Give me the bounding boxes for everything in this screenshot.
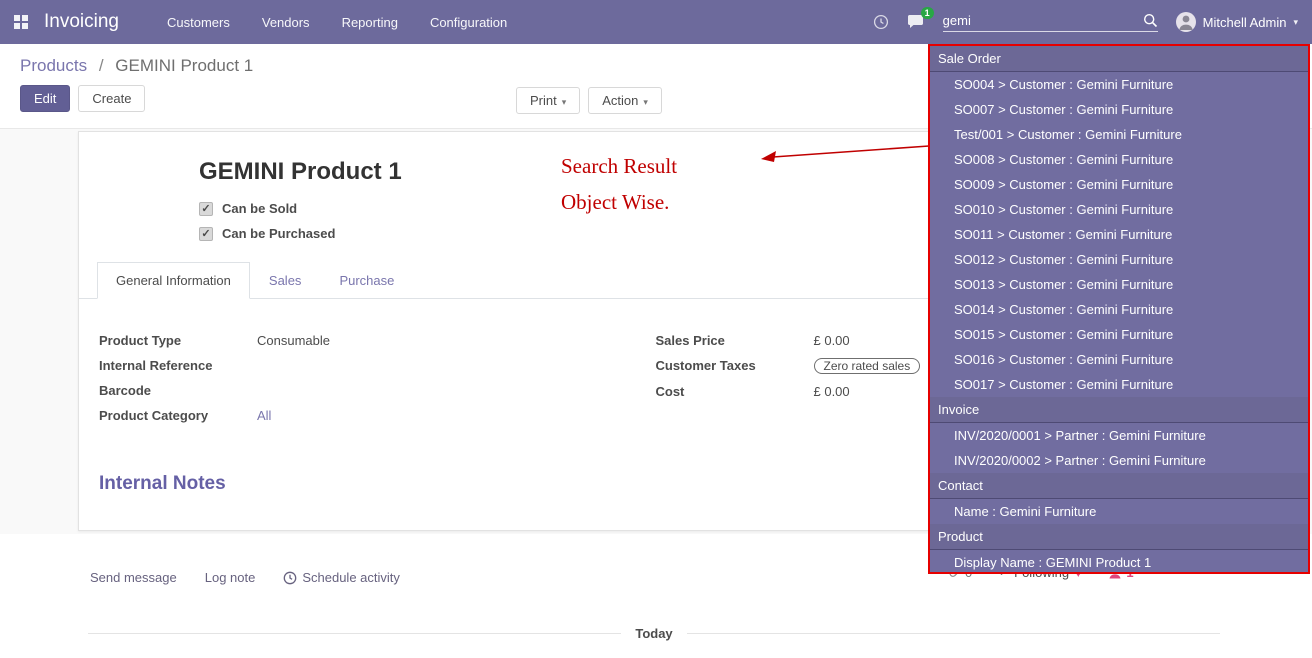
today-label: Today [635,626,672,641]
field-row: Barcode [99,383,656,398]
search-icon[interactable] [1143,13,1158,28]
field-label: Product Category [99,408,257,423]
breadcrumb-current: GEMINI Product 1 [115,56,253,75]
search-result-item[interactable]: SO010 > Customer : Gemini Furniture [930,197,1308,222]
action-buttons: Print ▾ Action ▾ [516,87,662,114]
message-count-badge: 1 [921,7,934,19]
field-value[interactable]: Zero rated sales [814,358,921,374]
search-result-item[interactable]: SO014 > Customer : Gemini Furniture [930,297,1308,322]
app-name[interactable]: Invoicing [44,11,119,33]
checkbox-icon[interactable]: ✓ [199,227,213,241]
checkbox-label: Can be Sold [222,201,297,216]
tab-general-information[interactable]: General Information [97,262,250,299]
search-result-item[interactable]: SO007 > Customer : Gemini Furniture [930,97,1308,122]
tab-sales[interactable]: Sales [250,262,321,299]
checkbox-label: Can be Purchased [222,226,335,241]
menu-reporting[interactable]: Reporting [342,15,398,30]
schedule-activity-label: Schedule activity [302,570,400,585]
search-results-dropdown: Sale OrderSO004 > Customer : Gemini Furn… [928,44,1310,574]
tab-purchase[interactable]: Purchase [320,262,413,299]
field-value: £ 0.00 [814,384,850,399]
annotation-line-2: Object Wise. [561,184,677,220]
annotation-arrow-icon [759,142,934,168]
chevron-down-icon: ▾ [1293,17,1298,28]
action-label: Action [602,93,638,108]
field-row: Product TypeConsumable [99,333,656,348]
search-group-header: Invoice [930,397,1308,423]
field-label: Product Type [99,333,257,348]
search-result-item[interactable]: SO012 > Customer : Gemini Furniture [930,247,1308,272]
field-value[interactable]: All [257,408,271,423]
field-value: £ 0.00 [814,333,850,348]
search-result-item[interactable]: INV/2020/0002 > Partner : Gemini Furnitu… [930,448,1308,473]
top-navbar: Invoicing Customers Vendors Reporting Confi… [0,0,1312,44]
search-result-item[interactable]: SO013 > Customer : Gemini Furniture [930,272,1308,297]
send-message-link[interactable]: Send message [90,570,177,585]
menu-customers[interactable]: Customers [167,15,230,30]
field-label: Customer Taxes [656,358,814,373]
search-result-item[interactable]: SO004 > Customer : Gemini Furniture [930,72,1308,97]
schedule-activity-link[interactable]: Schedule activity [283,570,400,585]
field-label: Internal Reference [99,358,257,373]
search-input[interactable] [943,13,1143,28]
left-field-group: Product TypeConsumableInternal Reference… [99,333,656,433]
activities-clock-icon[interactable] [873,14,889,30]
divider-line [88,633,621,634]
navbar-menus: Customers Vendors Reporting Configuration [167,15,507,30]
user-menu[interactable]: Mitchell Admin ▾ [1176,12,1298,32]
field-label: Cost [656,384,814,399]
annotation-text: Search Result Object Wise. [561,148,677,220]
search-result-item[interactable]: SO016 > Customer : Gemini Furniture [930,347,1308,372]
search-result-item[interactable]: INV/2020/0001 > Partner : Gemini Furnitu… [930,423,1308,448]
search-result-item[interactable]: Name : Gemini Furniture [930,499,1308,524]
search-result-item[interactable]: SO015 > Customer : Gemini Furniture [930,322,1308,347]
print-button[interactable]: Print ▾ [516,87,580,114]
print-label: Print [530,93,557,108]
search-result-item[interactable]: SO009 > Customer : Gemini Furniture [930,172,1308,197]
search-result-item[interactable]: SO008 > Customer : Gemini Furniture [930,147,1308,172]
user-name: Mitchell Admin [1203,15,1287,30]
menu-configuration[interactable]: Configuration [430,15,507,30]
chevron-down-icon: ▾ [562,97,567,107]
search-group-header: Product [930,524,1308,550]
field-row: Internal Reference [99,358,656,373]
messages-icon[interactable]: 1 [907,14,925,30]
edit-button[interactable]: Edit [20,85,70,112]
avatar [1176,12,1196,32]
page: Invoicing Customers Vendors Reporting Confi… [0,0,1312,658]
chevron-down-icon: ▾ [643,97,648,107]
search-result-item[interactable]: Display Name : GEMINI Product 1 [930,550,1308,574]
search-result-item[interactable]: SO011 > Customer : Gemini Furniture [930,222,1308,247]
field-value: Consumable [257,333,330,348]
breadcrumb-products-link[interactable]: Products [20,56,87,75]
today-divider: Today [88,626,1220,641]
create-button[interactable]: Create [78,85,145,112]
search-group-header: Contact [930,473,1308,499]
field-label: Sales Price [656,333,814,348]
field-label: Barcode [99,383,257,398]
menu-vendors[interactable]: Vendors [262,15,310,30]
checkbox-icon[interactable]: ✓ [199,202,213,216]
apps-grid-icon[interactable] [14,15,28,29]
navbar-left: Invoicing Customers Vendors Reporting Confi… [14,11,507,33]
clock-icon [283,571,297,585]
divider-line [687,633,1220,634]
chatter-links: Send message Log note Schedule activity [90,570,400,585]
search-group-header: Sale Order [930,46,1308,72]
search-result-item[interactable]: Test/001 > Customer : Gemini Furniture [930,122,1308,147]
annotation-line-1: Search Result [561,148,677,184]
action-button[interactable]: Action ▾ [588,87,662,114]
log-note-link[interactable]: Log note [205,570,256,585]
search-result-item[interactable]: SO017 > Customer : Gemini Furniture [930,372,1308,397]
breadcrumb-separator: / [99,56,104,75]
field-row: Product CategoryAll [99,408,656,423]
navbar-right: 1 Mitchell Admin ▾ [873,12,1298,32]
navbar-search [943,13,1158,32]
